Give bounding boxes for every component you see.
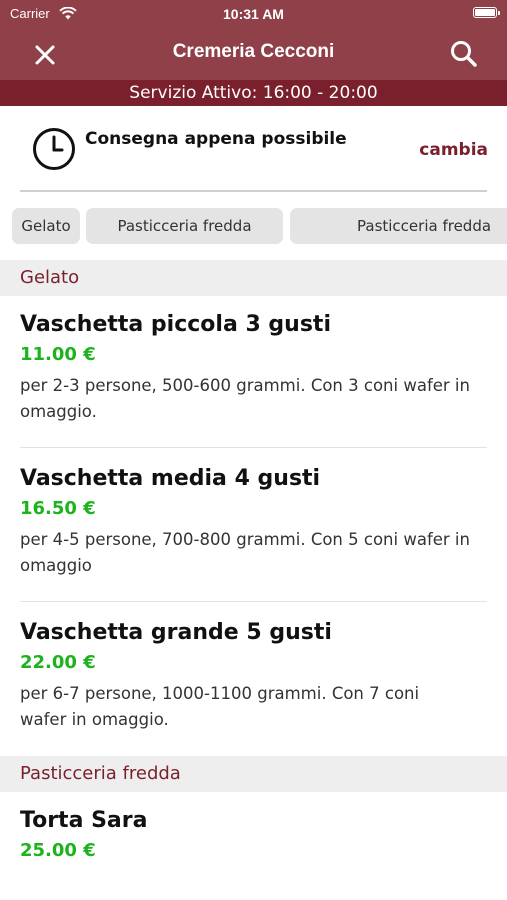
product-name: Torta Sara xyxy=(20,808,148,833)
close-button[interactable] xyxy=(28,38,62,72)
product-description: per 2-3 persone, 500-600 grammi. Con 3 c… xyxy=(20,376,470,421)
status-time: 10:31 AM xyxy=(223,6,284,22)
divider xyxy=(20,190,487,192)
product-item[interactable]: Vaschetta piccola 3 gusti 11.00 € per 2-… xyxy=(20,311,487,425)
status-bar: Carrier 10:31 AM xyxy=(0,0,507,28)
product-item[interactable]: Torta Sara 25.00 € xyxy=(20,807,487,862)
page-title: Cremeria Cecconi xyxy=(172,41,335,62)
clock-icon xyxy=(32,127,76,171)
close-icon xyxy=(35,45,55,65)
product-name: Vaschetta media 4 gusti xyxy=(20,466,321,491)
change-delivery-link[interactable]: cambia xyxy=(419,140,488,160)
product-description: per 4-5 persone, 700-800 grammi. Con 5 c… xyxy=(20,530,470,575)
section-header-gelato: Gelato xyxy=(0,260,507,296)
tab-gelato[interactable]: Gelato xyxy=(12,208,80,244)
delivery-label: Consegna appena possibile xyxy=(85,129,347,149)
search-button[interactable] xyxy=(447,37,481,71)
product-item[interactable]: Vaschetta media 4 gusti 16.50 € per 4-5 … xyxy=(20,465,487,579)
product-description: per 6-7 persone, 1000-1100 grammi. Con 7… xyxy=(20,684,420,729)
service-banner: Servizio Attivo: 16:00 - 20:00 xyxy=(0,80,507,106)
delivery-row: Consegna appena possibile cambia xyxy=(0,106,507,192)
product-item[interactable]: Vaschetta grande 5 gusti 22.00 € per 6-7… xyxy=(20,619,487,733)
battery-icon xyxy=(473,7,500,18)
section-header-pasticceria-fredda: Pasticceria fredda xyxy=(0,756,507,792)
tab-pasticceria-fredda-2[interactable]: Pasticceria fredda xyxy=(290,208,507,244)
nav-bar: Cremeria Cecconi xyxy=(0,28,507,80)
product-price: 25.00 € xyxy=(20,840,96,861)
product-price: 22.00 € xyxy=(20,652,96,673)
product-price: 16.50 € xyxy=(20,498,96,519)
tab-pasticceria-fredda[interactable]: Pasticceria fredda xyxy=(86,208,283,244)
product-name: Vaschetta grande 5 gusti xyxy=(20,620,332,645)
divider xyxy=(20,601,487,602)
divider xyxy=(20,447,487,448)
category-tabs: Gelato Pasticceria fredda Pasticceria fr… xyxy=(0,208,507,246)
product-price: 11.00 € xyxy=(20,344,96,365)
search-icon xyxy=(451,41,477,67)
product-name: Vaschetta piccola 3 gusti xyxy=(20,312,331,337)
